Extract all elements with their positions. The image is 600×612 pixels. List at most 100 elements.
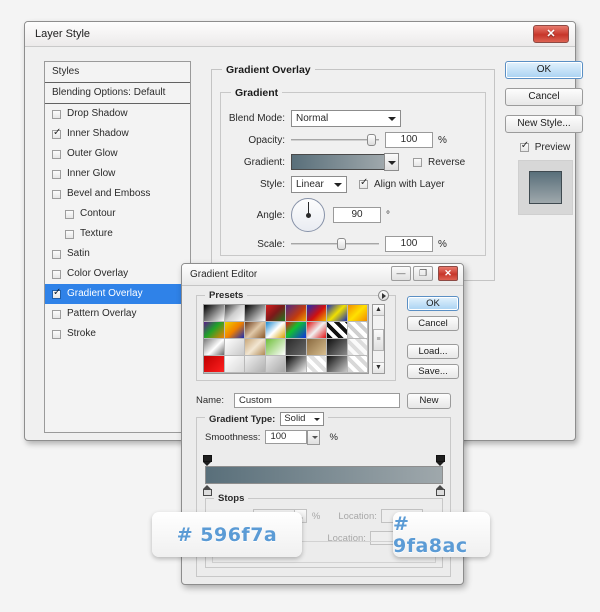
preset-swatch[interactable] <box>265 339 286 356</box>
name-input[interactable]: Custom <box>234 393 400 408</box>
new-style-button[interactable]: New Style... <box>505 115 583 133</box>
presets-grid[interactable] <box>203 304 369 374</box>
align-with-layer-checkbox[interactable] <box>359 177 368 189</box>
preset-swatch[interactable] <box>286 322 307 339</box>
preset-swatch[interactable] <box>224 339 245 356</box>
reverse-checkbox[interactable] <box>413 157 422 167</box>
preset-swatch[interactable] <box>224 356 245 373</box>
scrollbar-thumb[interactable]: ≡ <box>373 329 384 351</box>
preset-swatch[interactable] <box>347 322 368 339</box>
style-item-gradient-overlay[interactable]: Gradient Overlay <box>45 284 190 304</box>
ok-button[interactable]: OK <box>505 61 583 79</box>
presets-menu-icon[interactable] <box>378 290 389 301</box>
gradient-editor-titlebar[interactable]: Gradient Editor — ❐ ✕ <box>182 264 463 286</box>
style-item-checkbox[interactable] <box>52 287 61 299</box>
opacity-stop-left[interactable] <box>203 455 212 466</box>
opacity-input[interactable]: 100 <box>385 132 433 148</box>
style-item-checkbox[interactable] <box>52 269 61 279</box>
save-button[interactable]: Save... <box>407 364 459 379</box>
close-icon[interactable]: ✕ <box>438 266 458 281</box>
style-item-checkbox[interactable] <box>52 169 61 179</box>
layer-style-titlebar[interactable]: Layer Style ✕ <box>25 22 575 47</box>
style-item-stroke[interactable]: Stroke <box>45 324 190 344</box>
opacity-slider-knob[interactable] <box>366 134 376 146</box>
color-stop-left[interactable] <box>203 485 212 496</box>
styles-list[interactable]: Styles Blending Options: Default Drop Sh… <box>44 61 191 433</box>
gradient-strip[interactable] <box>205 466 443 484</box>
opacity-slider[interactable] <box>291 133 379 147</box>
scroll-up-icon[interactable]: ▲ <box>373 305 384 316</box>
angle-dial[interactable] <box>291 198 325 232</box>
style-item-checkbox[interactable] <box>52 329 61 339</box>
opacity-stop-right[interactable] <box>436 455 445 466</box>
smoothness-stepper[interactable] <box>307 430 321 445</box>
style-item-checkbox[interactable] <box>65 229 74 239</box>
preset-swatch[interactable] <box>265 305 286 322</box>
preset-swatch[interactable] <box>265 322 286 339</box>
blending-options-item[interactable]: Blending Options: Default <box>45 83 190 104</box>
preset-swatch[interactable] <box>327 322 348 339</box>
preset-swatch[interactable] <box>327 339 348 356</box>
color-stop-right[interactable] <box>436 485 445 496</box>
maximize-icon[interactable]: ❐ <box>413 266 433 281</box>
preset-swatch[interactable] <box>347 339 368 356</box>
style-item-color-overlay[interactable]: Color Overlay <box>45 264 190 284</box>
style-item-pattern-overlay[interactable]: Pattern Overlay <box>45 304 190 324</box>
preset-swatch[interactable] <box>306 339 327 356</box>
preset-swatch[interactable] <box>306 305 327 322</box>
style-item-inner-shadow[interactable]: Inner Shadow <box>45 124 190 144</box>
preset-swatch[interactable] <box>224 305 245 322</box>
style-item-checkbox[interactable] <box>52 149 61 159</box>
angle-input[interactable]: 90 <box>333 207 381 223</box>
style-item-contour[interactable]: Contour <box>45 204 190 224</box>
preset-swatch[interactable] <box>245 305 266 322</box>
scroll-down-icon[interactable]: ▼ <box>373 362 384 373</box>
gradient-dropdown-button[interactable] <box>384 153 399 171</box>
preset-swatch[interactable] <box>286 339 307 356</box>
preset-swatch[interactable] <box>224 322 245 339</box>
style-select[interactable]: Linear <box>291 175 347 193</box>
scale-slider[interactable] <box>291 237 379 251</box>
style-item-inner-glow[interactable]: Inner Glow <box>45 164 190 184</box>
preset-swatch[interactable] <box>245 339 266 356</box>
scale-input[interactable]: 100 <box>385 236 433 252</box>
preset-swatch[interactable] <box>327 356 348 373</box>
style-item-checkbox[interactable] <box>52 249 61 259</box>
load-button[interactable]: Load... <box>407 344 459 359</box>
preset-swatch[interactable] <box>265 356 286 373</box>
preset-swatch[interactable] <box>286 305 307 322</box>
preset-swatch[interactable] <box>327 305 348 322</box>
minimize-icon[interactable]: — <box>391 266 411 281</box>
preset-swatch[interactable] <box>204 305 225 322</box>
preset-swatch[interactable] <box>204 356 225 373</box>
preset-swatch[interactable] <box>204 339 225 356</box>
preset-swatch[interactable] <box>306 356 327 373</box>
preset-swatch[interactable] <box>245 322 266 339</box>
style-item-bevel-and-emboss[interactable]: Bevel and Emboss <box>45 184 190 204</box>
style-item-checkbox[interactable] <box>52 309 61 319</box>
preview-checkbox[interactable] <box>519 140 529 152</box>
style-item-checkbox[interactable] <box>52 127 61 139</box>
gradient-editor-cancel-button[interactable]: Cancel <box>407 316 459 331</box>
gradient-swatch[interactable] <box>291 154 385 170</box>
presets-scrollbar[interactable]: ▲ ≡ ▼ <box>372 304 385 374</box>
gradient-editor-ok-button[interactable]: OK <box>407 296 459 311</box>
close-icon[interactable]: ✕ <box>533 25 569 43</box>
scale-slider-knob[interactable] <box>336 238 346 250</box>
gradient-type-select[interactable]: Solid <box>280 412 325 426</box>
style-item-drop-shadow[interactable]: Drop Shadow <box>45 104 190 124</box>
style-item-outer-glow[interactable]: Outer Glow <box>45 144 190 164</box>
smoothness-input[interactable]: 100 <box>265 430 321 445</box>
preset-swatch[interactable] <box>286 356 307 373</box>
blend-mode-select[interactable]: Normal <box>291 109 401 127</box>
preset-swatch[interactable] <box>347 356 368 373</box>
cancel-button[interactable]: Cancel <box>505 88 583 106</box>
preset-swatch[interactable] <box>204 322 225 339</box>
preset-swatch[interactable] <box>347 305 368 322</box>
style-item-checkbox[interactable] <box>52 189 61 199</box>
style-item-checkbox[interactable] <box>65 209 74 219</box>
new-gradient-button[interactable]: New <box>407 392 451 409</box>
style-item-checkbox[interactable] <box>52 109 61 119</box>
style-item-satin[interactable]: Satin <box>45 244 190 264</box>
style-item-texture[interactable]: Texture <box>45 224 190 244</box>
